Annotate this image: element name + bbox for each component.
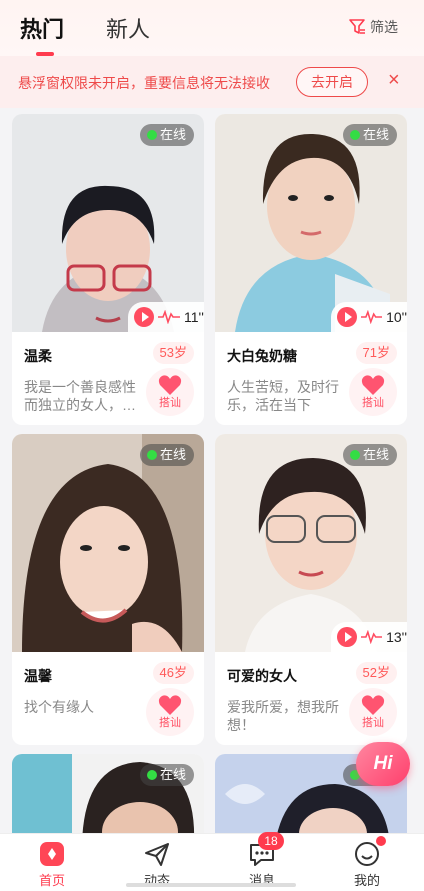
profile-name: 温柔 bbox=[24, 348, 52, 364]
profile-bio: 人生苦短，及时行乐，活在当下 bbox=[227, 379, 339, 413]
profile-card[interactable]: 在线 温馨 46岁 找个有缘人 搭讪 bbox=[12, 434, 204, 745]
home-icon bbox=[40, 842, 64, 866]
nav-label: 首页 bbox=[38, 873, 65, 888]
heart-icon bbox=[361, 375, 385, 395]
voice-intro-button[interactable]: 10'' bbox=[331, 302, 407, 332]
profile-name: 温馨 bbox=[24, 668, 52, 684]
online-status-badge: 在线 bbox=[342, 124, 397, 146]
profile-photo-image bbox=[12, 114, 204, 332]
enable-permission-button[interactable]: 去开启 bbox=[296, 67, 368, 97]
heart-icon bbox=[158, 695, 182, 715]
voice-duration: 11'' bbox=[184, 309, 204, 325]
voice-duration: 13'' bbox=[386, 629, 407, 645]
paper-plane-icon bbox=[145, 843, 169, 866]
nav-item-home[interactable]: 首页 bbox=[12, 834, 92, 891]
online-status-badge: 在线 bbox=[139, 764, 194, 786]
filter-icon bbox=[349, 19, 365, 34]
hi-floating-button[interactable]: Hi bbox=[356, 742, 410, 786]
online-status-badge: 在线 bbox=[139, 444, 194, 466]
greet-label: 搭讪 bbox=[362, 397, 384, 409]
profile-photo[interactable]: 在线 11'' bbox=[12, 114, 204, 332]
age-badge: 71岁 bbox=[355, 342, 397, 364]
profile-photo[interactable]: 在线 10'' bbox=[215, 114, 407, 332]
online-status-badge: 在线 bbox=[342, 444, 397, 466]
greet-button[interactable]: 搭讪 bbox=[349, 688, 397, 736]
profile-photo-image bbox=[215, 114, 407, 332]
greet-label: 搭讪 bbox=[159, 717, 181, 729]
voice-duration: 10'' bbox=[386, 309, 407, 325]
profile-name: 可爱的女人 bbox=[227, 668, 297, 684]
greet-label: 搭讪 bbox=[159, 397, 181, 409]
profile-bio: 爱我所爱，想我所想！ bbox=[227, 699, 339, 733]
close-notice-icon[interactable]: × bbox=[388, 70, 400, 90]
play-icon bbox=[337, 627, 357, 647]
profile-photo[interactable]: 在线 13'' bbox=[215, 434, 407, 652]
nav-item-me[interactable]: 我的 bbox=[327, 834, 407, 891]
home-indicator bbox=[126, 883, 296, 887]
profile-name: 大白兔奶糖 bbox=[227, 348, 297, 364]
age-badge: 46岁 bbox=[152, 662, 194, 684]
waveform-icon bbox=[360, 310, 383, 324]
filter-label: 筛选 bbox=[370, 19, 398, 35]
profile-bio: 我是一个善良感性而独立的女人，… bbox=[24, 379, 136, 413]
profile-photo[interactable]: 在线 bbox=[12, 754, 204, 844]
profile-photo[interactable]: 在线 bbox=[12, 434, 204, 652]
filter-button[interactable]: 筛选 bbox=[348, 17, 398, 37]
tab-new[interactable]: 新人 bbox=[106, 12, 150, 44]
notice-text: 悬浮窗权限未开启，重要信息将无法接收 bbox=[18, 75, 270, 91]
play-icon bbox=[134, 307, 154, 327]
greet-button[interactable]: 搭讪 bbox=[146, 368, 194, 416]
greet-button[interactable]: 搭讪 bbox=[349, 368, 397, 416]
tab-hot[interactable]: 热门 bbox=[20, 12, 64, 44]
play-icon bbox=[337, 307, 357, 327]
top-bar: 热门 新人 筛选 bbox=[0, 0, 424, 56]
profile-photo-image bbox=[12, 434, 204, 652]
profile-bio: 找个有缘人 bbox=[24, 699, 94, 715]
waveform-icon bbox=[158, 310, 180, 324]
profile-card[interactable]: 在线 11'' 温柔 53岁 我是一个善良感性而独立的女人，… 搭讪 bbox=[12, 114, 204, 425]
age-badge: 52岁 bbox=[355, 662, 397, 684]
voice-intro-button[interactable]: 13'' bbox=[331, 622, 407, 652]
heart-icon bbox=[361, 695, 385, 715]
message-count-badge: 18 bbox=[258, 832, 284, 850]
profile-photo-image bbox=[215, 434, 407, 652]
heart-icon bbox=[158, 375, 182, 395]
nav-label: 我的 bbox=[353, 873, 380, 888]
voice-intro-button[interactable]: 11'' bbox=[128, 302, 204, 332]
profile-card[interactable]: 在线 bbox=[12, 754, 204, 844]
greet-button[interactable]: 搭讪 bbox=[146, 688, 194, 736]
waveform-icon bbox=[360, 630, 383, 644]
permission-notice: 悬浮窗权限未开启，重要信息将无法接收 去开启 × bbox=[0, 56, 424, 108]
online-status-badge: 在线 bbox=[139, 124, 194, 146]
profile-card[interactable]: 在线 13'' 可爱的女人 52岁 爱我所爱，想我所想！ 搭讪 bbox=[215, 434, 407, 745]
age-badge: 53岁 bbox=[152, 342, 194, 364]
greet-label: 搭讪 bbox=[362, 717, 384, 729]
profile-card[interactable]: 在线 10'' 大白兔奶糖 71岁 人生苦短，及时行乐，活在当下 搭讪 bbox=[215, 114, 407, 425]
notification-dot bbox=[376, 836, 386, 846]
